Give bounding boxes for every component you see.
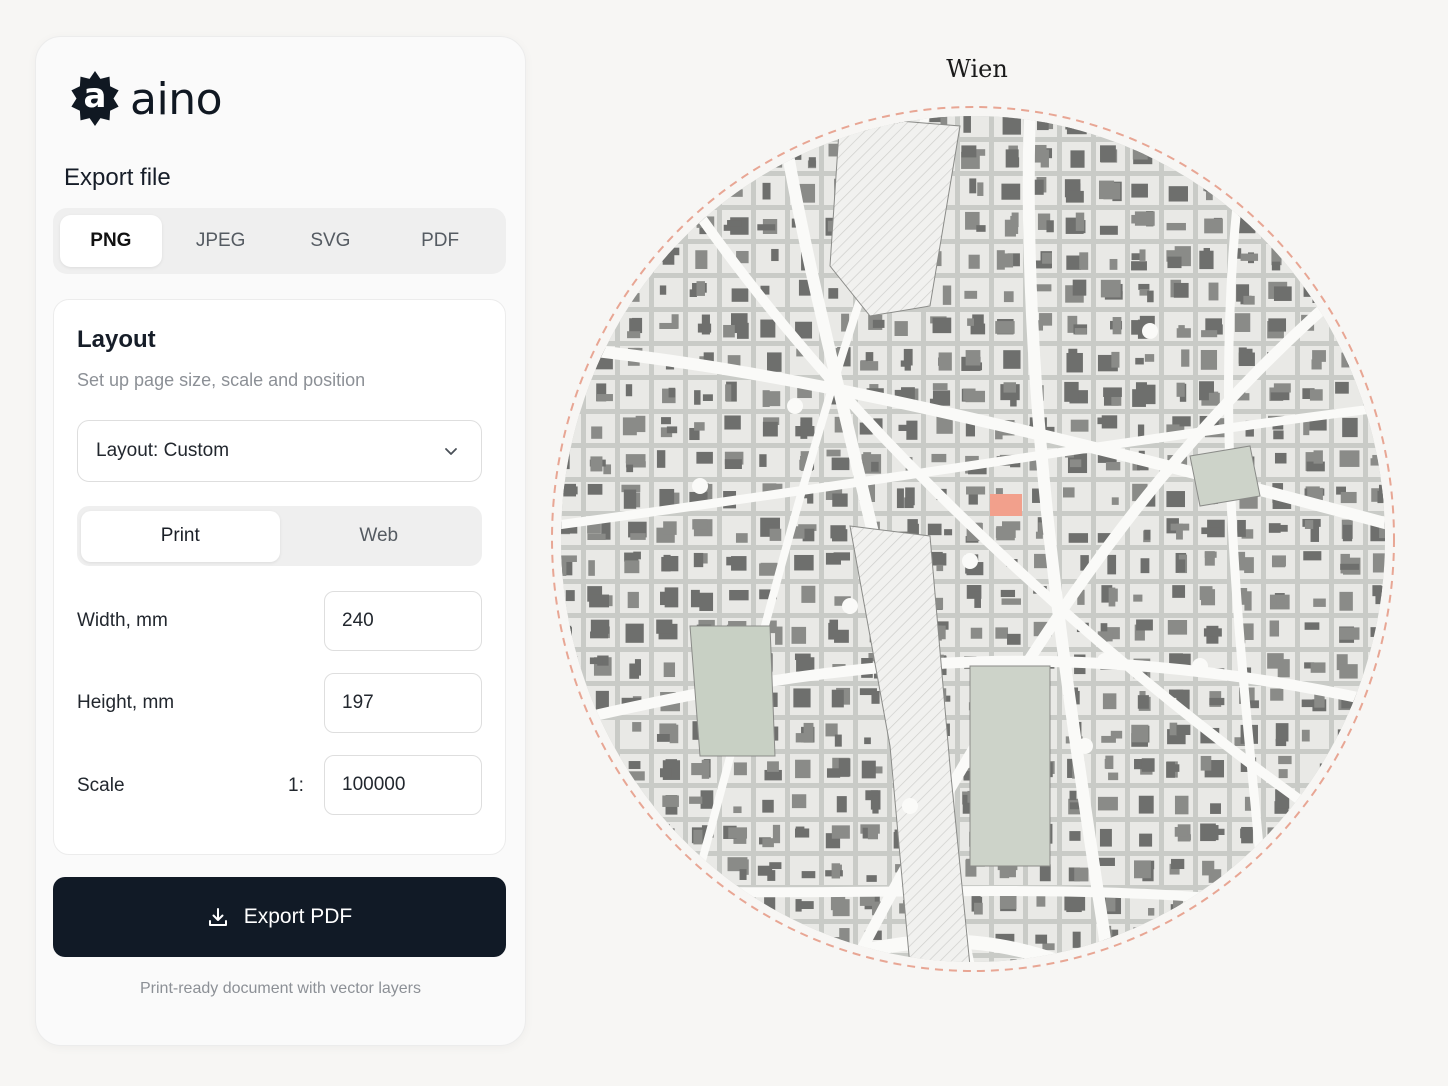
brand-name: aino bbox=[130, 73, 223, 125]
map-preview[interactable] bbox=[550, 106, 1396, 972]
aino-badge-icon: a bbox=[66, 70, 124, 128]
city-map bbox=[551, 106, 1395, 972]
export-section-title: Export file bbox=[64, 164, 171, 191]
download-icon bbox=[208, 908, 227, 926]
mode-print-button[interactable]: Print bbox=[81, 510, 280, 562]
output-mode-toggle: Print Web bbox=[77, 506, 482, 566]
width-input[interactable] bbox=[324, 591, 482, 651]
chevron-down-icon bbox=[445, 448, 457, 455]
layout-title: Layout bbox=[77, 326, 156, 353]
export-note: Print-ready document with vector layers bbox=[140, 980, 421, 997]
tab-svg[interactable]: SVG bbox=[280, 215, 382, 267]
height-label: Height, mm bbox=[77, 692, 175, 713]
export-pdf-button[interactable]: Export PDF bbox=[53, 877, 506, 957]
highlighted-building bbox=[990, 494, 1022, 516]
layout-card: Layout Set up page size, scale and posit… bbox=[53, 299, 506, 855]
scale-input[interactable] bbox=[324, 755, 482, 815]
map-title: Wien bbox=[946, 55, 1008, 83]
scale-label: Scale bbox=[77, 775, 125, 796]
tab-png[interactable]: PNG bbox=[60, 215, 162, 267]
layout-preset-value: Layout: Custom bbox=[96, 440, 230, 461]
format-tabs: PNG JPEG SVG PDF bbox=[53, 208, 506, 274]
export-button-label: Export PDF bbox=[243, 905, 353, 928]
mode-web-button[interactable]: Web bbox=[280, 511, 479, 562]
height-input[interactable] bbox=[324, 673, 482, 733]
brand-logo: a aino bbox=[66, 69, 223, 129]
width-label: Width, mm bbox=[77, 610, 168, 631]
layout-preset-select[interactable]: Layout: Custom bbox=[77, 420, 482, 482]
tab-jpeg[interactable]: JPEG bbox=[170, 215, 272, 267]
export-panel: a aino Export file PNG JPEG SVG PDF Layo… bbox=[35, 36, 526, 1046]
tab-pdf[interactable]: PDF bbox=[389, 215, 491, 267]
scale-prefix: 1: bbox=[288, 775, 304, 796]
layout-subtitle: Set up page size, scale and position bbox=[77, 370, 366, 390]
